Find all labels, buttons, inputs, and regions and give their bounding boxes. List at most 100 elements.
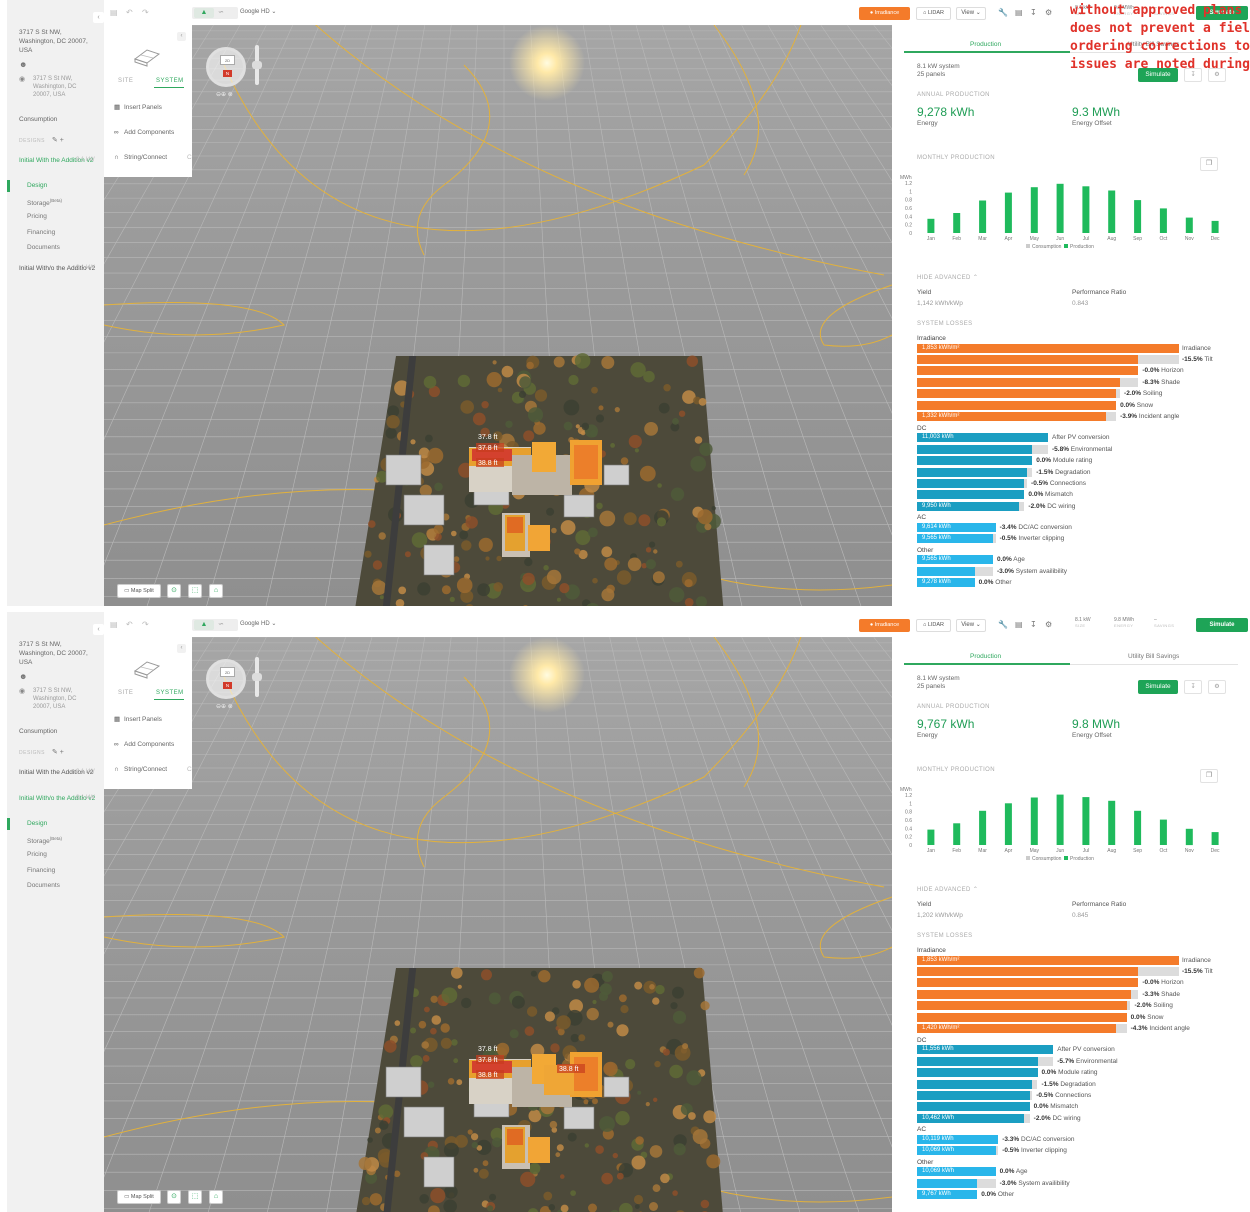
nav-pricing[interactable]: Pricing (27, 213, 47, 220)
collapse-panel-button[interactable]: ‹ (177, 644, 186, 653)
map-split-button[interactable]: ▭ Map Split (117, 584, 161, 598)
irradiance-button[interactable]: ● Irradiance (859, 619, 910, 632)
zoom-controls[interactable]: ⊖⊕ ⊗ (216, 703, 233, 710)
irradiance-button[interactable]: ● Irradiance (859, 7, 910, 20)
compass-widget[interactable]: 2D N (206, 659, 246, 699)
wrench-icon[interactable]: 🔧 (998, 620, 1008, 629)
download-icon[interactable]: ↧ (1030, 620, 1037, 629)
insert-panels-button[interactable]: ▦ Insert Panels (114, 103, 162, 111)
3d-mode-icon[interactable]: ▲ (194, 620, 214, 630)
tab-production[interactable]: Production (970, 41, 1001, 48)
map-split-button[interactable]: ▭ Map Split (117, 1190, 161, 1204)
nav-storage[interactable]: Storage(Beta) (27, 198, 62, 207)
simulate-button[interactable]: Simulate (1138, 680, 1178, 694)
3d-mode-icon[interactable]: ▲ (194, 8, 214, 18)
document-icon[interactable]: ▤ (1015, 8, 1023, 17)
simulate-button[interactable]: Simulate (1196, 618, 1248, 632)
undo-icon[interactable]: ↶ (126, 8, 133, 17)
save-icon[interactable]: ▤ (110, 620, 118, 629)
tab-site[interactable]: SITE (118, 690, 133, 696)
location-button[interactable]: ⊙ (167, 1190, 181, 1204)
nav-design[interactable]: Design (27, 182, 47, 189)
design-item[interactable]: Initial With/o the Additio v2 8.1 kW (19, 794, 99, 803)
2d-mode-icon[interactable]: ∽ (218, 8, 224, 18)
zoom-handle[interactable] (252, 61, 262, 69)
design-item[interactable]: Initial With/o the Additio v2 8.1 kW (19, 264, 99, 273)
copy-icon[interactable]: ❐ (1200, 157, 1218, 171)
location-button[interactable]: ⊙ (167, 584, 181, 598)
map-source-select[interactable]: Google HD ⌄ (240, 620, 276, 627)
save-icon[interactable]: ▤ (110, 8, 118, 17)
edit-design-icon[interactable]: ✎ + (52, 748, 64, 756)
design-item[interactable]: Initial With the Addition v2 8.1 kW (19, 156, 99, 165)
map-source-select[interactable]: Google HD ⌄ (240, 8, 276, 15)
nav-pricing[interactable]: Pricing (27, 851, 47, 858)
edit-design-icon[interactable]: ✎ + (52, 136, 64, 144)
consumption-link[interactable]: Consumption (19, 116, 57, 123)
tab-system[interactable]: SYSTEM (156, 690, 184, 696)
zoom-controls[interactable]: ⊖⊕ ⊗ (216, 91, 233, 98)
view-cube[interactable]: 2D (220, 667, 235, 677)
user-icon[interactable]: ☻ (19, 60, 27, 69)
ruler-button[interactable]: ⌂ (209, 584, 223, 598)
compass-widget[interactable]: 2D N (206, 47, 246, 87)
map-mode-toggle[interactable]: ▲ ∽ (192, 619, 238, 631)
lidar-button[interactable]: ⌂ LIDAR (916, 619, 951, 632)
nav-documents[interactable]: Documents (27, 882, 60, 889)
tab-production[interactable]: Production (970, 653, 1001, 660)
2d-mode-icon[interactable]: ∽ (218, 620, 224, 630)
add-components-button[interactable]: ∞ Add Components (114, 741, 174, 748)
zoom-handle[interactable] (252, 673, 262, 681)
tree-canopy (482, 1160, 489, 1167)
performance-ratio-value: 0.843 (1072, 300, 1089, 307)
gear-icon[interactable]: ⚙ (1208, 680, 1226, 694)
design-item[interactable]: Initial With the Addition v2 8.1 kW (19, 768, 99, 777)
wrench-icon[interactable]: 🔧 (998, 8, 1008, 17)
document-icon[interactable]: ▤ (1015, 620, 1023, 629)
frame-button[interactable]: ⬚ (188, 1190, 202, 1204)
view-dropdown[interactable]: View ⌄ (956, 7, 986, 20)
zoom-slider[interactable] (252, 45, 262, 85)
nav-financing[interactable]: Financing (27, 229, 55, 236)
collapse-sidebar-button[interactable]: ‹ (93, 12, 104, 23)
loss-bar: 10,462 kWh (917, 1113, 1025, 1123)
add-components-button[interactable]: ∞ Add Components (114, 129, 174, 136)
tab-utility-bill-savings[interactable]: Utility Bill Savings (1128, 653, 1179, 660)
nav-financing[interactable]: Financing (27, 867, 55, 874)
gear-icon[interactable]: ⚙ (1045, 620, 1052, 629)
designs-label: DESIGNS (19, 138, 46, 144)
3d-map-viewport[interactable]: 37.8 ft 37.8 ft 38.8 ft 38.8 ft (104, 637, 892, 1212)
ruler-button[interactable]: ⌂ (209, 1190, 223, 1204)
gear-icon[interactable]: ⚙ (1045, 8, 1052, 17)
frame-button[interactable]: ⬚ (188, 584, 202, 598)
copy-icon[interactable]: ❐ (1200, 769, 1218, 783)
string-connect-button[interactable]: ∩ String/Connect C (114, 766, 192, 773)
loss-bar: 9,565 kWh (917, 555, 993, 565)
hide-advanced-toggle[interactable]: HIDE ADVANCED ⌃ (917, 886, 978, 893)
undo-icon[interactable]: ↶ (126, 620, 133, 629)
lidar-button[interactable]: ⌂ LIDAR (916, 7, 951, 20)
redo-icon[interactable]: ↷ (142, 620, 149, 629)
collapse-sidebar-button[interactable]: ‹ (93, 624, 104, 635)
insert-panels-button[interactable]: ▦ Insert Panels (114, 715, 162, 723)
map-mode-toggle[interactable]: ▲ ∽ (192, 7, 238, 19)
view-cube[interactable]: 2D (220, 55, 235, 65)
tab-system[interactable]: SYSTEM (156, 78, 184, 84)
redo-icon[interactable]: ↷ (142, 8, 149, 17)
view-dropdown[interactable]: View ⌄ (956, 619, 986, 632)
savings-stat: – SAVINGS (1154, 617, 1174, 629)
3d-map-viewport[interactable]: 37.8 ft 37.8 ft 38.8 ft (104, 25, 892, 606)
zoom-slider[interactable] (252, 657, 262, 697)
hide-advanced-toggle[interactable]: HIDE ADVANCED ⌃ (917, 274, 978, 281)
tab-site[interactable]: SITE (118, 78, 133, 84)
download-icon[interactable]: ↧ (1184, 680, 1202, 694)
collapse-panel-button[interactable]: ‹ (177, 32, 186, 41)
tree-canopy (533, 422, 546, 435)
string-connect-button[interactable]: ∩ String/Connect C (114, 154, 192, 161)
nav-design[interactable]: Design (27, 820, 47, 827)
consumption-link[interactable]: Consumption (19, 728, 57, 735)
user-icon[interactable]: ☻ (19, 672, 27, 681)
nav-documents[interactable]: Documents (27, 244, 60, 251)
download-icon[interactable]: ↧ (1030, 8, 1037, 17)
nav-storage[interactable]: Storage(Beta) (27, 836, 62, 845)
